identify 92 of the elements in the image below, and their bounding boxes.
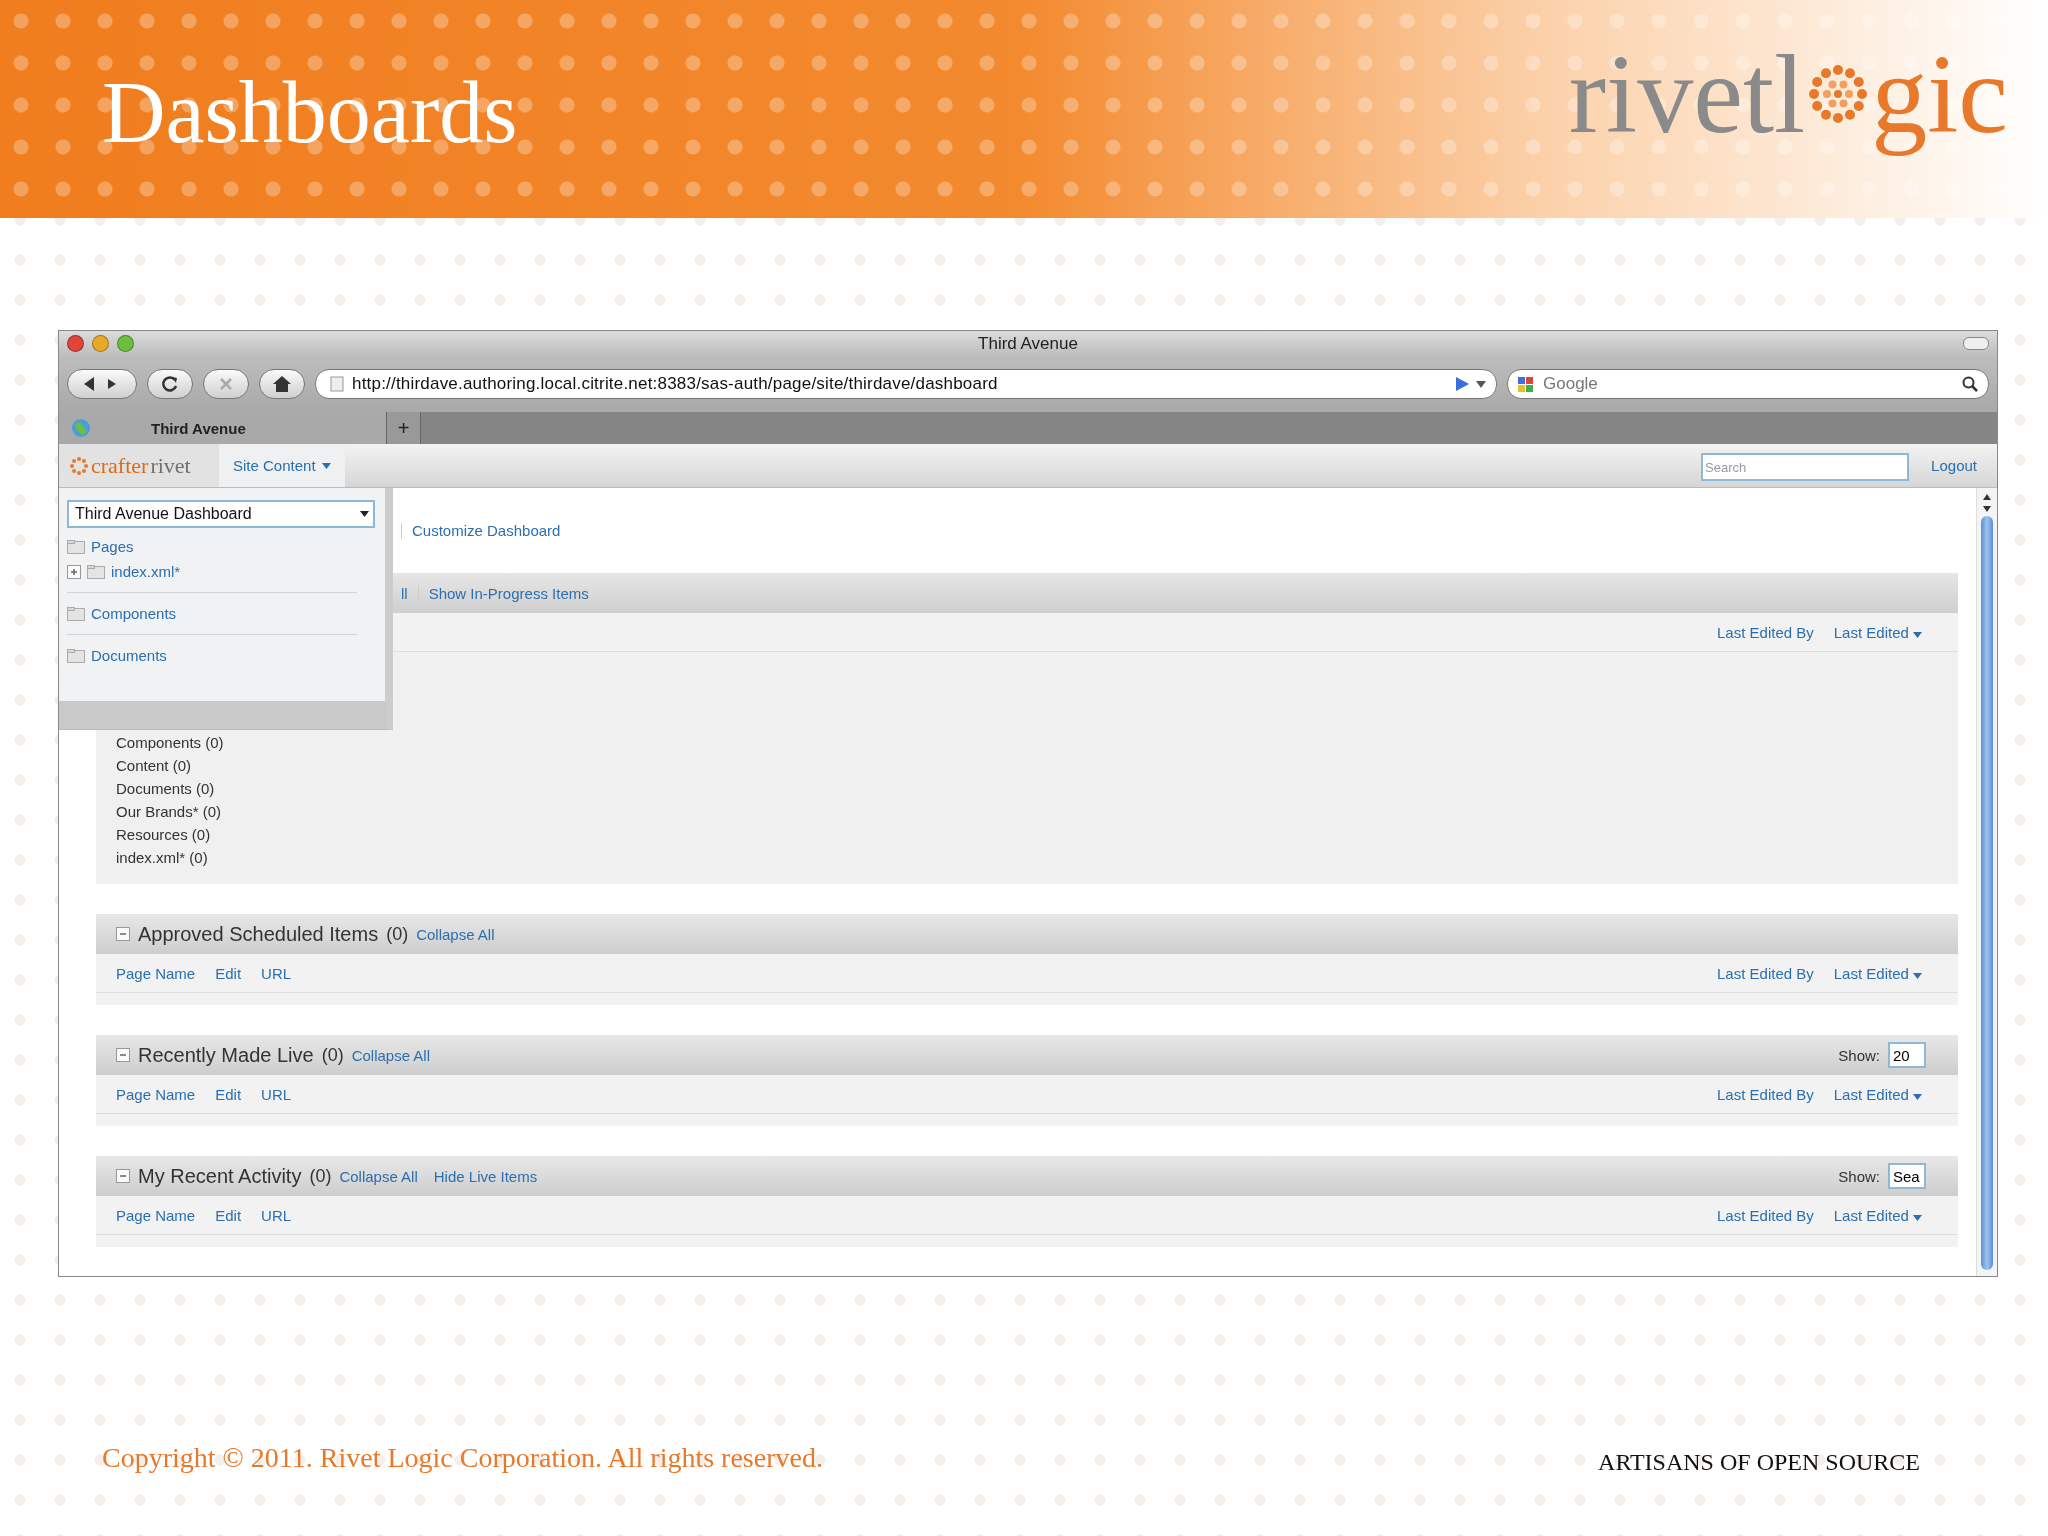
reload-icon: [161, 375, 179, 393]
logo-text: gic: [1871, 30, 2008, 158]
column-header-link[interactable]: Last Edited By: [1717, 623, 1814, 641]
caret-icon: [1913, 1214, 1922, 1221]
home-icon: [273, 376, 291, 392]
item-count: (0): [321, 1044, 344, 1066]
column-header-link[interactable]: Edit: [215, 964, 242, 982]
slide-title: Dashboards: [102, 62, 518, 163]
browser-tab[interactable]: Third Avenue: [59, 412, 387, 444]
new-tab-button[interactable]: +: [387, 412, 421, 444]
filter-item: Documents (0): [116, 780, 216, 797]
column-header-link[interactable]: Last Edited By: [1717, 1085, 1814, 1103]
reload-button[interactable]: [147, 369, 193, 399]
column-header-link[interactable]: Page Name: [116, 1085, 196, 1103]
column-header-link[interactable]: Edit: [215, 1206, 242, 1224]
copyright-text: Copyright © 2011. Rivet Logic Corporation. All rights reserved.: [102, 1442, 823, 1474]
filter-item: Our Brands* (0): [116, 803, 223, 820]
item-count: (0): [309, 1165, 332, 1187]
search-bar[interactable]: Google: [1507, 369, 1989, 399]
column-header-link[interactable]: Last Edited: [1833, 964, 1922, 982]
menu-item[interactable]: Documents: [91, 647, 167, 664]
show-field[interactable]: 20: [1888, 1042, 1926, 1068]
zoom-icon[interactable]: [117, 335, 134, 352]
menu-item[interactable]: Pages: [91, 538, 134, 555]
menu-item[interactable]: Components: [91, 605, 177, 622]
filter-item: Components (0): [116, 734, 225, 751]
expand-icon[interactable]: [67, 564, 81, 579]
menu-item[interactable]: index.xml*: [111, 563, 181, 580]
folder-icon: [67, 539, 85, 554]
column-header-link[interactable]: URL: [261, 964, 292, 982]
search-icon[interactable]: [1962, 376, 1978, 392]
close-icon: [218, 376, 234, 392]
logo-text: rivetl: [1568, 30, 1806, 158]
search-field[interactable]: Search: [1701, 453, 1910, 481]
section-title: Approved Scheduled Items: [138, 922, 379, 946]
scrollbar[interactable]: [1976, 488, 1997, 1276]
show-label: Show:: [1838, 1167, 1880, 1185]
item-count: (0): [386, 923, 409, 945]
column-header-link[interactable]: Last Edited: [1833, 1085, 1922, 1103]
window-title: Third Avenue: [978, 333, 1078, 354]
brand-logo: crafterrivet: [59, 444, 219, 487]
column-header-link[interactable]: Edit: [215, 1085, 242, 1103]
address-field[interactable]: http://thirdave.authoring.local.citrite.net:8383/sas-auth/page/site/thirdave/dashboard: [315, 369, 1497, 399]
column-header-link[interactable]: Last Edited By: [1717, 964, 1814, 982]
folder-icon: [87, 564, 105, 579]
caret-icon: [321, 462, 331, 469]
bar-link[interactable]: ll: [401, 584, 408, 602]
folder-icon: [67, 648, 85, 663]
page-icon: [330, 376, 344, 392]
column-header-link[interactable]: Page Name: [116, 964, 196, 982]
filter-item: Content (0): [116, 757, 193, 774]
show-field[interactable]: Sea: [1888, 1163, 1926, 1189]
caret-icon: [1913, 631, 1922, 638]
section-link[interactable]: Collapse All: [416, 925, 495, 943]
search-engine-icon[interactable]: [1518, 376, 1533, 392]
section-title: My Recent Activity: [138, 1164, 302, 1188]
column-header-link[interactable]: Page Name: [116, 1206, 196, 1224]
filter-item: Resources (0): [116, 826, 212, 843]
collapse-icon[interactable]: [116, 927, 130, 941]
back-forward-button[interactable]: [67, 369, 137, 399]
column-header-link[interactable]: URL: [261, 1206, 292, 1224]
search-field[interactable]: Google: [1541, 373, 1954, 395]
customize-link[interactable]: Customize Dashboard: [412, 522, 561, 539]
column-header-link[interactable]: Last Edited By: [1717, 1206, 1814, 1224]
close-icon[interactable]: [67, 335, 84, 352]
column-header-link[interactable]: Last Edited: [1833, 1206, 1922, 1224]
toolbar-toggle-icon[interactable]: [1963, 337, 1989, 350]
folder-icon: [67, 606, 85, 621]
bar-link[interactable]: Show In-Progress Items: [428, 584, 589, 602]
tagline: ARTISANS OF OPEN SOURCE: [1598, 1448, 1920, 1476]
stop-button[interactable]: [203, 369, 249, 399]
section-link[interactable]: Collapse All: [351, 1046, 431, 1064]
caret-icon: [1913, 1093, 1922, 1100]
logout-link[interactable]: Logout: [1931, 457, 1977, 474]
section-link[interactable]: Hide Live Items: [433, 1167, 538, 1185]
section-link[interactable]: Collapse All: [339, 1167, 418, 1185]
globe-icon: [71, 418, 91, 438]
filter-item: index.xml* (0): [116, 849, 209, 866]
collapse-icon[interactable]: [116, 1048, 130, 1062]
column-header-link[interactable]: Last Edited: [1833, 623, 1922, 641]
home-button[interactable]: [259, 369, 305, 399]
caret-icon: [360, 511, 369, 517]
scroll-arrows-icon[interactable]: [1983, 494, 1991, 512]
show-label: Show:: [1838, 1046, 1880, 1064]
column-header-link[interactable]: URL: [261, 1085, 292, 1103]
collapse-icon[interactable]: [116, 1169, 130, 1183]
go-dropdown-icon[interactable]: [1456, 377, 1486, 391]
section-title: Recently Made Live: [138, 1043, 314, 1067]
minimize-icon[interactable]: [92, 335, 109, 352]
menu-tab[interactable]: Site Content: [219, 444, 345, 487]
dashboard-select[interactable]: Third Avenue Dashboard: [67, 500, 375, 528]
caret-icon: [1913, 972, 1922, 979]
